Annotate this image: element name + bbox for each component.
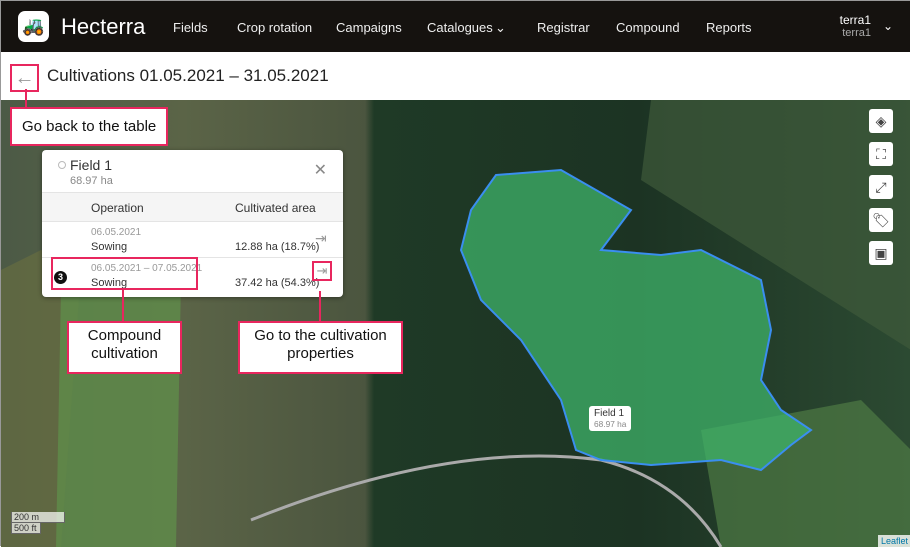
table-header: Operation Cultivated area	[42, 192, 343, 222]
user-chevron-icon[interactable]: ⌄	[883, 19, 893, 33]
page-title: Cultivations 01.05.2021 – 31.05.2021	[47, 66, 329, 85]
field-popup: Field 1 68.97 ha ✕ Operation Cultivated …	[42, 150, 343, 297]
callout-line	[25, 89, 27, 107]
top-nav: 🚜 Hecterra Fields Crop rotation Campaign…	[1, 1, 910, 52]
scale-bar: 200 m 500 ft	[11, 512, 65, 534]
row-operation: Sowing	[91, 241, 128, 253]
open-properties-icon[interactable]: ⇥	[315, 230, 327, 247]
nav-fields[interactable]: Fields	[173, 20, 208, 35]
scale-ft: 500 ft	[11, 523, 41, 534]
field-status-circle-icon	[58, 161, 66, 169]
popup-field-name: Field 1	[70, 157, 113, 173]
col-area: Cultivated area	[235, 201, 316, 215]
attribution-link[interactable]: Leaflet	[877, 535, 910, 547]
tooltip-area: 68.97 ha	[594, 419, 627, 429]
tooltip-name: Field 1	[594, 408, 625, 419]
callout-line	[319, 291, 321, 321]
nav-campaigns[interactable]: Campaigns	[336, 20, 402, 35]
nav-reports[interactable]: Reports	[706, 20, 752, 35]
row-area: 37.42 ha (54.3%)	[235, 277, 320, 289]
user-menu[interactable]: terra1 terra1	[840, 13, 871, 39]
callout-line	[122, 289, 124, 321]
compound-highlight	[51, 257, 198, 290]
callout-compound: Compound cultivation	[67, 321, 182, 374]
field-tooltip: Field 1 68.97 ha	[589, 406, 632, 431]
open-properties-icon[interactable]: ⇥	[312, 261, 332, 281]
chevron-down-icon[interactable]: ⌄	[495, 20, 506, 36]
fullscreen-icon[interactable]: ⛶	[869, 142, 893, 166]
layers-icon[interactable]: ◈	[869, 109, 893, 133]
nav-crop-rotation[interactable]: Crop rotation	[237, 20, 312, 35]
nav-compound[interactable]: Compound	[616, 20, 680, 35]
row-date: 06.05.2021	[91, 227, 142, 238]
nav-registrar[interactable]: Registrar	[537, 20, 590, 35]
brand-name[interactable]: Hecterra	[61, 14, 145, 40]
user-name: terra1	[839, 13, 871, 27]
page-header: ← Cultivations 01.05.2021 – 31.05.2021	[1, 52, 910, 100]
row-area: 12.88 ha (18.7%)	[235, 241, 320, 253]
callout-properties: Go to the cultivation properties	[238, 321, 403, 374]
add-image-icon[interactable]: ▣	[869, 241, 893, 265]
expand-icon[interactable]: ⤢	[869, 175, 893, 199]
tag-icon[interactable]: 🏷	[869, 208, 893, 232]
table-row[interactable]: 06.05.2021 Sowing 12.88 ha (18.7%) ⇥	[42, 222, 343, 258]
popup-field-area: 68.97 ha	[70, 175, 113, 187]
nav-catalogues[interactable]: Catalogues	[427, 20, 493, 35]
close-icon[interactable]: ✕	[314, 160, 327, 180]
user-account: terra1	[842, 27, 871, 39]
col-operation: Operation	[91, 201, 144, 215]
scale-m: 200 m	[11, 512, 65, 523]
back-arrow-icon[interactable]: ←	[10, 64, 39, 92]
callout-back: Go back to the table	[10, 107, 169, 146]
logo-tractor-icon[interactable]: 🚜	[18, 11, 49, 42]
